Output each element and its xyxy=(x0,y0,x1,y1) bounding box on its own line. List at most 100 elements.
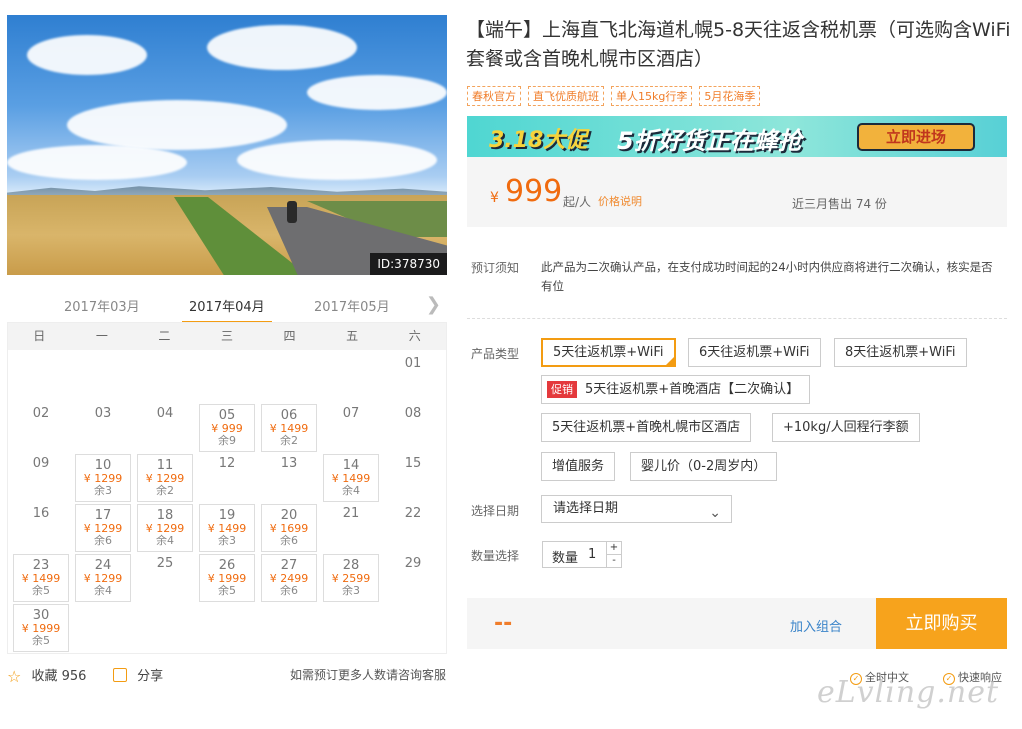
day-remaining: 余6 xyxy=(280,534,298,547)
day-number: 15 xyxy=(404,456,422,471)
day-number: 23 xyxy=(32,558,50,573)
day-number: 28 xyxy=(342,558,360,573)
calendar-day: 13 xyxy=(258,453,320,503)
calendar-days: 01 02 03 04 05 ¥ 999 余9 06 ¥ 1499 余2 07 08 09 10 ¥ 129… xyxy=(8,350,446,653)
calendar-day-available[interactable]: 05 ¥ 999 余9 xyxy=(199,404,255,452)
day-remaining: 余6 xyxy=(94,534,112,547)
calendar-day-available[interactable]: 06 ¥ 1499 余2 xyxy=(261,404,317,452)
day-remaining: 余4 xyxy=(156,534,174,547)
option-5day-sapporo-hotel[interactable]: 5天往返机票+首晚札幌市区酒店 xyxy=(541,413,752,442)
day-number: 22 xyxy=(404,506,422,521)
month-tabs: 2017年03月 2017年04月 2017年05月 ❯ xyxy=(7,288,447,324)
calendar-day: 16 xyxy=(10,503,72,553)
tag: 5月花海季 xyxy=(699,86,761,106)
chevron-right-icon[interactable]: ❯ xyxy=(426,294,441,315)
day-number: 20 xyxy=(280,508,298,523)
calendar-day-available[interactable]: 23 ¥ 1499 余5 xyxy=(13,554,69,602)
weekday-tue: 二 xyxy=(158,329,171,343)
option-value-added-service[interactable]: 增值服务 xyxy=(541,452,616,481)
tag: 单人15kg行李 xyxy=(611,86,693,106)
day-remaining: 余9 xyxy=(218,434,236,447)
weekday-mon: 一 xyxy=(95,329,108,343)
calendar-day-available[interactable]: 27 ¥ 2499 余6 xyxy=(261,554,317,602)
weekday-thu: 四 xyxy=(283,329,296,343)
calendar-day-available[interactable]: 19 ¥ 1499 余3 xyxy=(199,504,255,552)
share-button[interactable]: 分享 xyxy=(113,665,163,684)
day-remaining: 余3 xyxy=(218,534,236,547)
day-number: 05 xyxy=(218,408,236,423)
price-unit: 起/人 xyxy=(563,195,592,209)
calendar-day-available[interactable]: 14 ¥ 1499 余4 xyxy=(323,454,379,502)
calendar-day-available[interactable]: 24 ¥ 1299 余4 xyxy=(75,554,131,602)
currency-symbol: ¥ xyxy=(490,190,499,206)
plus-button[interactable]: + xyxy=(606,542,621,555)
divider xyxy=(467,318,1007,319)
option-5day-wifi[interactable]: 5天往返机票+WiFi xyxy=(541,338,676,367)
calendar-day-available[interactable]: 11 ¥ 1299 余2 xyxy=(137,454,193,502)
favorite-label: 收藏 956 xyxy=(31,669,87,684)
quantity-stepper: 数量 1 + - xyxy=(542,541,622,568)
date-select[interactable]: 请选择日期 ⌄ xyxy=(541,495,732,523)
banner-main-text: 5折好货正在蜂抢 xyxy=(617,127,802,155)
day-number: 10 xyxy=(94,458,112,473)
banner-left-text: 3.18大促 xyxy=(489,128,588,153)
option-infant-price[interactable]: 婴儿价（0-2周岁内） xyxy=(630,452,778,481)
calendar-day-available[interactable]: 26 ¥ 1999 余5 xyxy=(199,554,255,602)
calendar-day: 22 xyxy=(382,503,444,553)
promo-banner[interactable]: 3.18大促 5折好货正在蜂抢 立即进场 xyxy=(467,116,1007,157)
quantity-input[interactable]: 1 xyxy=(588,547,596,562)
calendar-day-available[interactable]: 17 ¥ 1299 余6 xyxy=(75,504,131,552)
tab-month-next[interactable]: 2017年05月 xyxy=(314,296,390,315)
day-remaining: 余4 xyxy=(94,584,112,597)
day-number: 09 xyxy=(32,456,50,471)
calendar: 日 一 二 三 四 五 六 01 02 03 04 05 ¥ 999 余9 06 ¥ 1499 余… xyxy=(7,322,447,654)
option-label: 5天往返机票+首晚酒店【二次确认】 xyxy=(585,382,800,397)
day-number: 07 xyxy=(342,406,360,421)
day-number: 04 xyxy=(156,406,174,421)
option-6day-wifi[interactable]: 6天往返机票+WiFi xyxy=(688,338,821,367)
minus-button[interactable]: - xyxy=(606,555,621,568)
weekday-sat: 六 xyxy=(408,329,421,343)
day-number: 11 xyxy=(156,458,174,473)
tag: 春秋官方 xyxy=(467,86,521,106)
day-number: 03 xyxy=(94,406,112,421)
day-number: 30 xyxy=(32,608,50,623)
weekday-wed: 三 xyxy=(220,329,233,343)
tab-month-current[interactable]: 2017年04月 xyxy=(189,296,265,315)
star-icon: ☆ xyxy=(7,667,22,686)
calendar-day-available[interactable]: 10 ¥ 1299 余3 xyxy=(75,454,131,502)
option-8day-wifi[interactable]: 8天往返机票+WiFi xyxy=(834,338,967,367)
notice-text: 此产品为二次确认产品，在支付成功时间起的24小时内供应商将进行二次确认，核实是否… xyxy=(541,260,993,293)
option-extra-luggage[interactable]: +10kg/人回程行李额 xyxy=(772,413,920,442)
favorite-button[interactable]: ☆ 收藏 956 xyxy=(7,665,86,686)
day-number: 29 xyxy=(404,556,422,571)
date-label: 选择日期 xyxy=(471,504,520,518)
day-remaining: 余6 xyxy=(280,584,298,597)
calendar-day: 21 xyxy=(320,503,382,553)
price-explanation-link[interactable]: 价格说明 xyxy=(598,193,642,209)
day-number: 08 xyxy=(404,406,422,421)
add-combo-link[interactable]: 加入组合 xyxy=(790,616,842,635)
calendar-day-available[interactable]: 30 ¥ 1999 余5 xyxy=(13,604,69,652)
weekday-sun: 日 xyxy=(33,329,46,343)
day-number: 12 xyxy=(218,456,236,471)
calendar-day: 15 xyxy=(382,453,444,503)
tab-month-prev[interactable]: 2017年03月 xyxy=(64,296,140,315)
calendar-day-available[interactable]: 18 ¥ 1299 余4 xyxy=(137,504,193,552)
calendar-weekdays: 日 一 二 三 四 五 六 xyxy=(8,323,446,350)
calendar-day: 08 xyxy=(382,403,444,453)
option-5day-hotel-confirm[interactable]: 促销 5天往返机票+首晚酒店【二次确认】 xyxy=(541,375,811,404)
buy-now-button[interactable]: 立即购买 xyxy=(876,598,1007,649)
calendar-day-available[interactable]: 20 ¥ 1699 余6 xyxy=(261,504,317,552)
calendar-day: 02 xyxy=(10,403,72,453)
day-number: 26 xyxy=(218,558,236,573)
calendar-day: 09 xyxy=(10,453,72,503)
day-number: 17 xyxy=(94,508,112,523)
calendar-day-available[interactable]: 28 ¥ 2599 余3 xyxy=(323,554,379,602)
banner-enter-button[interactable]: 立即进场 xyxy=(857,123,975,151)
day-remaining: 余5 xyxy=(218,584,236,597)
total-price: -- xyxy=(494,611,513,636)
calendar-day: 29 xyxy=(382,553,444,603)
price-box: ¥ 999 起/人 价格说明 近三月售出 74 份 xyxy=(467,157,1007,227)
day-number: 18 xyxy=(156,508,174,523)
